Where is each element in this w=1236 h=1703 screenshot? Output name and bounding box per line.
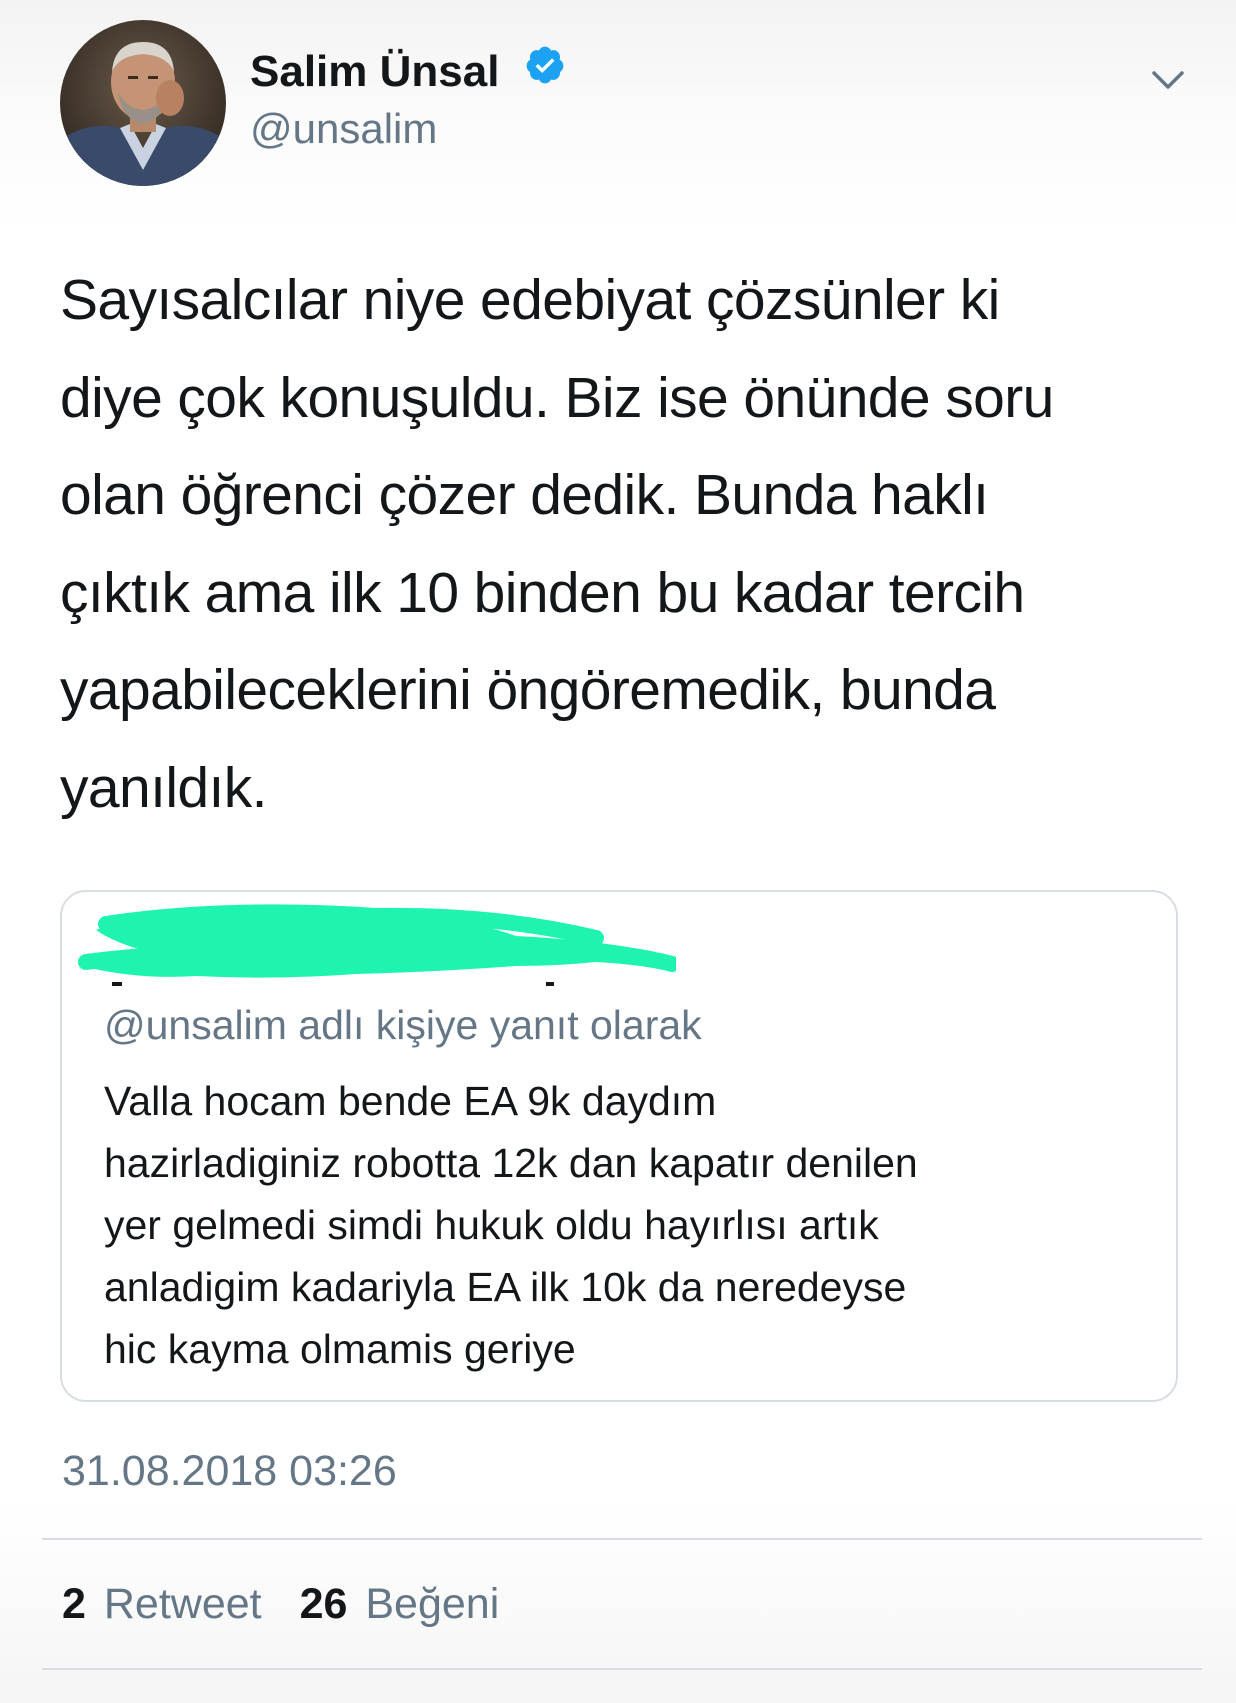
like-label: Beğeni <box>365 1580 500 1628</box>
divider <box>42 1538 1202 1540</box>
like-count: 26 <box>299 1580 348 1628</box>
tweet-timestamp: 31.08.2018 03:26 <box>62 1447 397 1495</box>
author-handle[interactable]: @unsalim <box>250 104 437 154</box>
tweet-text-line: yanıldık. <box>60 755 267 820</box>
quoted-text-line: Valla hocam bende EA 9k daydım <box>104 1078 717 1124</box>
retweet-count: 2 <box>62 1580 86 1628</box>
avatar-photo <box>60 20 226 186</box>
tweet-detail-screen: Salim Ünsal @unsalim Sayısalcılar niye e… <box>0 0 1236 1703</box>
retweet-label: Retweet <box>103 1580 262 1628</box>
more-options-button[interactable] <box>1148 60 1188 100</box>
tweet-text-line: yapabileceklerini öngöremedik, bunda <box>60 658 996 722</box>
quoted-tweet-text: Valla hocam bende EA 9k daydım hazirladi… <box>104 1070 1144 1380</box>
tweet-text-line: olan öğrenci çözer dedik. Bunda haklı <box>60 463 989 527</box>
retweet-count-button[interactable]: 2 Retweet <box>62 1578 262 1630</box>
redaction-scribble <box>78 904 676 986</box>
avatar[interactable] <box>60 20 226 186</box>
tweet-text-line: diye çok konuşuldu. Biz ise önünde soru <box>60 365 1054 430</box>
quoted-text-line: yer gelmedi simdi hukuk oldu hayırlısı a… <box>104 1202 879 1248</box>
divider <box>42 1668 1202 1670</box>
tweet-text: Sayısalcılar niye edebiyat çözsünler ki … <box>60 252 1190 837</box>
quoted-text-line: hazirladiginiz robotta 12k dan kapatır d… <box>104 1140 918 1186</box>
tweet-text-line: Sayısalcılar niye edebiyat çözsünler ki <box>60 268 1000 332</box>
author-name: Salim Ünsal <box>250 47 500 96</box>
quoted-text-line: anladigim kadariyla EA ilk 10k da nerede… <box>104 1264 907 1310</box>
quoted-text-line: hic kayma olmamis geriye <box>104 1326 576 1372</box>
tweet-text-line: çıktık ama ilk 10 binden bu kadar tercih <box>60 560 1025 625</box>
tweet-stats: 2 Retweet 26 Beğeni <box>62 1578 525 1630</box>
verified-badge-icon <box>524 44 566 98</box>
author-name-row[interactable]: Salim Ünsal <box>250 46 566 98</box>
reply-to-label: @unsalim adlı kişiye yanıt olarak <box>104 1002 702 1048</box>
like-count-button[interactable]: 26 Beğeni <box>300 1578 500 1630</box>
chevron-down-icon <box>1152 71 1184 89</box>
quoted-tweet-card[interactable]: @unsalim adlı kişiye yanıt olarak Valla … <box>60 890 1178 1402</box>
